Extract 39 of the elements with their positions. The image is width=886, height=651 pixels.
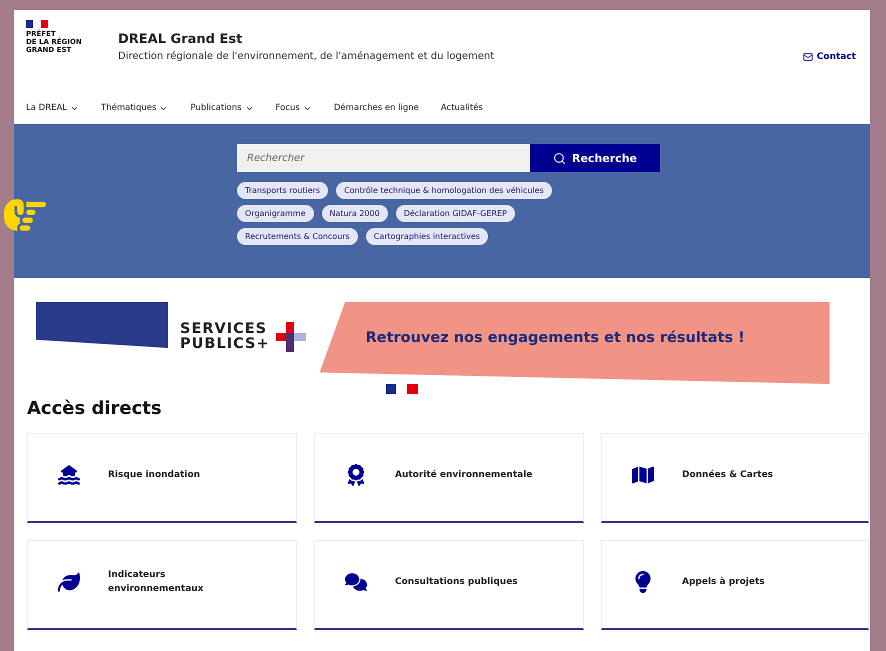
access-tile[interactable]: Données & Cartes <box>601 433 869 523</box>
access-tile[interactable]: Indicateurs environnementaux <box>27 540 297 630</box>
quick-link[interactable]: Contrôle technique & homologation des véhicules <box>336 182 552 199</box>
nav-item[interactable]: Thématiques <box>101 103 168 113</box>
map-icon <box>632 464 654 486</box>
search-button[interactable]: Recherche <box>530 144 660 172</box>
services-publics-logo-text: PUBLICS+ <box>180 337 270 352</box>
award-icon <box>345 464 367 486</box>
banner-panel[interactable]: Retrouvez nos engagements et nos résultats ! <box>320 302 830 384</box>
access-tile[interactable]: Autorité environnementale <box>314 433 584 523</box>
flag-icon <box>26 20 48 28</box>
site-subtitle: Direction régionale de l'environnement, de l'aménagement et du logement <box>118 51 496 62</box>
site-title[interactable]: DREAL Grand Est <box>118 32 803 47</box>
access-tile[interactable]: Consultations publiques <box>314 540 584 630</box>
nav-item[interactable]: Publications <box>190 103 254 113</box>
quick-link[interactable]: Transports routiers <box>237 182 328 199</box>
chat-bubbles-icon <box>345 570 367 592</box>
nav-item[interactable]: La DREAL <box>26 103 80 113</box>
leaf-icon <box>58 570 80 592</box>
services-publics-logo-text: SERVICES <box>180 322 268 337</box>
access-tile[interactable]: Risque inondation <box>27 433 297 523</box>
nav-item[interactable]: Démarches en ligne <box>334 103 419 113</box>
search-field[interactable]: Rechercher <box>237 144 530 172</box>
plus-logo-icon <box>276 322 306 352</box>
quick-link[interactable]: Natura 2000 <box>322 205 388 222</box>
quick-link[interactable]: Recrutements & Concours <box>237 228 358 245</box>
nav-item[interactable]: Focus <box>276 103 312 113</box>
access-tile[interactable]: Appels à projets <box>601 540 869 630</box>
search-icon <box>553 152 566 164</box>
section-title: Accès directs <box>27 398 163 419</box>
house-flood-icon <box>58 464 80 486</box>
nav-item[interactable]: Actualités <box>440 103 483 113</box>
quick-link[interactable]: Cartographies interactives <box>366 228 488 245</box>
banner-text[interactable]: Retrouvez nos engagements et nos résultats ! <box>366 330 745 346</box>
quick-link[interactable]: Déclaration GIDAF-GEREP <box>396 205 515 222</box>
contact-link[interactable]: Contact <box>802 52 856 62</box>
quick-link[interactable]: Organigramme <box>237 205 314 222</box>
mail-icon <box>802 52 813 62</box>
flag-icon <box>386 384 418 394</box>
